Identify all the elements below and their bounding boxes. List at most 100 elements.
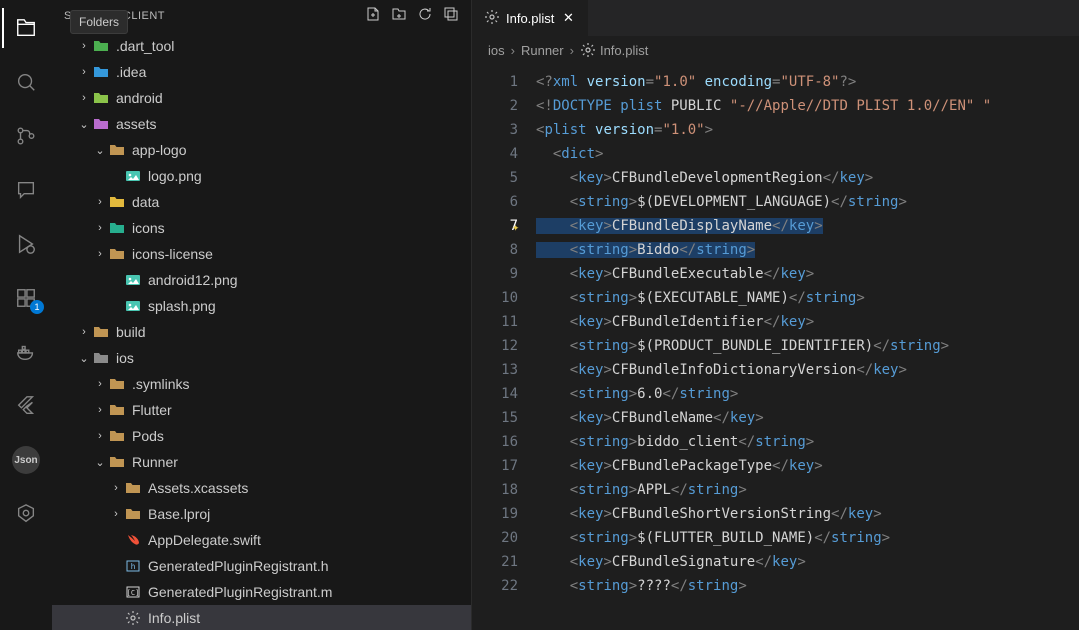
folder-icon [124, 480, 142, 496]
code-line[interactable]: <key>CFBundleSignature</key> [536, 550, 1079, 574]
chevron-icon: › [92, 404, 108, 416]
tree-item[interactable]: splash.png [52, 293, 471, 319]
gear-icon [580, 42, 596, 58]
chat-icon[interactable] [2, 170, 50, 210]
chevron-icon: › [92, 378, 108, 390]
code-line[interactable]: <dict> [536, 142, 1079, 166]
tree-item[interactable]: ›build [52, 319, 471, 345]
code-line[interactable]: <!DOCTYPE plist PUBLIC "-//Apple//DTD PL… [536, 94, 1079, 118]
tree-item[interactable]: ›android [52, 85, 471, 111]
tree-item[interactable]: ›Pods [52, 423, 471, 449]
chevron-icon: › [92, 248, 108, 260]
folder-yellow-icon [108, 194, 126, 210]
chevron-icon: › [92, 222, 108, 234]
extensions-icon[interactable]: 1 [2, 278, 50, 318]
tree-item[interactable]: [C]GeneratedPluginRegistrant.m [52, 579, 471, 605]
docker-icon[interactable] [2, 332, 50, 372]
code-line[interactable]: <key>CFBundleShortVersionString</key> [536, 502, 1079, 526]
tree-item[interactable]: ›.idea [52, 59, 471, 85]
code-line[interactable]: <string>$(PRODUCT_BUNDLE_IDENTIFIER)</st… [536, 334, 1079, 358]
code-line[interactable]: <key>CFBundleName</key> [536, 406, 1079, 430]
tree-label: splash.png [148, 298, 216, 314]
folder-green-icon [92, 38, 110, 54]
breadcrumb-item[interactable]: ios [488, 43, 505, 58]
code-line[interactable]: <key>CFBundleExecutable</key> [536, 262, 1079, 286]
source-control-icon[interactable] [2, 116, 50, 156]
tree-item[interactable]: ›Assets.xcassets [52, 475, 471, 501]
tree-item[interactable]: ›.dart_tool [52, 33, 471, 59]
code-line[interactable]: <key>CFBundleInfoDictionaryVersion</key> [536, 358, 1079, 382]
code-line[interactable]: <string>biddo_client</string> [536, 430, 1079, 454]
breadcrumbs[interactable]: ios›Runner›Info.plist [472, 36, 1079, 64]
breadcrumb-item[interactable]: Info.plist [600, 43, 648, 58]
explorer-icon[interactable] [2, 8, 50, 48]
new-folder-icon[interactable] [391, 6, 407, 25]
chevron-right-icon: › [511, 43, 515, 58]
folder-icon [108, 454, 126, 470]
tree-item[interactable]: ⌄assets [52, 111, 471, 137]
line-number: 4 [472, 142, 518, 166]
kubernetes-icon[interactable] [2, 494, 50, 534]
tree-item[interactable]: ›Flutter [52, 397, 471, 423]
tree-label: android [116, 90, 163, 106]
close-icon[interactable]: ✕ [560, 10, 576, 26]
line-number: 10 [472, 286, 518, 310]
tree-item[interactable]: Info.plist [52, 605, 471, 630]
tree-item[interactable]: logo.png [52, 163, 471, 189]
tree-label: Base.lproj [148, 506, 210, 522]
run-debug-icon[interactable] [2, 224, 50, 264]
refresh-icon[interactable] [417, 6, 433, 25]
chevron-icon: › [76, 326, 92, 338]
folder-icon [108, 402, 126, 418]
code-line[interactable]: <?xml version="1.0" encoding="UTF-8"?> [536, 70, 1079, 94]
line-number: 17 [472, 454, 518, 478]
tree-item[interactable]: android12.png [52, 267, 471, 293]
tree-label: GeneratedPluginRegistrant.m [148, 584, 332, 600]
tree-item[interactable]: › icons-license [52, 241, 471, 267]
code-line[interactable]: <string>$(FLUTTER_BUILD_NAME)</string> [536, 526, 1079, 550]
code-line[interactable]: <string>APPL</string> [536, 478, 1079, 502]
tree-item[interactable]: ›data [52, 189, 471, 215]
breadcrumb-item[interactable]: Runner [521, 43, 564, 58]
flutter-icon[interactable] [2, 386, 50, 426]
gutter: 12345678910111213141516171819202122 [472, 64, 532, 630]
chevron-icon: › [108, 482, 124, 494]
code-area[interactable]: 12345678910111213141516171819202122 <?xm… [472, 64, 1079, 630]
code-line[interactable]: <string>6.0</string> [536, 382, 1079, 406]
tree-label: icons-license [132, 246, 213, 262]
code-line[interactable]: <string>????</string> [536, 574, 1079, 598]
tree-item[interactable]: ›Base.lproj [52, 501, 471, 527]
new-file-icon[interactable] [365, 6, 381, 25]
img-icon [124, 168, 142, 184]
tab-info-plist[interactable]: Info.plist ✕ [472, 0, 589, 36]
tree-item[interactable]: ›icons [52, 215, 471, 241]
code-line[interactable]: <key>CFBundleIdentifier</key> [536, 310, 1079, 334]
line-number: 3 [472, 118, 518, 142]
tree-label: app-logo [132, 142, 187, 158]
line-number: 9 [472, 262, 518, 286]
code-line[interactable]: <key>CFBundleDevelopmentRegion</key> [536, 166, 1079, 190]
code-line[interactable]: <key>CFBundlePackageType</key> [536, 454, 1079, 478]
tree-item[interactable]: ›.symlinks [52, 371, 471, 397]
code-lines[interactable]: <?xml version="1.0" encoding="UTF-8"?><!… [532, 64, 1079, 630]
tree-label: logo.png [148, 168, 202, 184]
line-number: 21 [472, 550, 518, 574]
img-icon [124, 298, 142, 314]
chevron-icon: ⌄ [92, 456, 108, 469]
tree-item[interactable]: ⌄ios [52, 345, 471, 371]
sidebar: Folders S: BIDDO_CLIENT ›.dart_tool›.ide… [52, 0, 472, 630]
json-icon[interactable]: Json [2, 440, 50, 480]
code-line[interactable]: <string>$(EXECUTABLE_NAME)</string> [536, 286, 1079, 310]
code-line[interactable]: <key>CFBundleDisplayName</key>✦ [536, 214, 1079, 238]
code-line[interactable]: <string>Biddo</string> [536, 238, 1079, 262]
tree-item[interactable]: ⌄ Runner [52, 449, 471, 475]
code-line[interactable]: <plist version="1.0"> [536, 118, 1079, 142]
tree-item[interactable]: AppDelegate.swift [52, 527, 471, 553]
tree-item[interactable]: ⌄app-logo [52, 137, 471, 163]
search-icon[interactable] [2, 62, 50, 102]
tree-label: Runner [132, 454, 178, 470]
folder-blue-icon [92, 64, 110, 80]
code-line[interactable]: <string>$(DEVELOPMENT_LANGUAGE)</string> [536, 190, 1079, 214]
collapse-icon[interactable] [443, 6, 459, 25]
tree-item[interactable]: hGeneratedPluginRegistrant.h [52, 553, 471, 579]
